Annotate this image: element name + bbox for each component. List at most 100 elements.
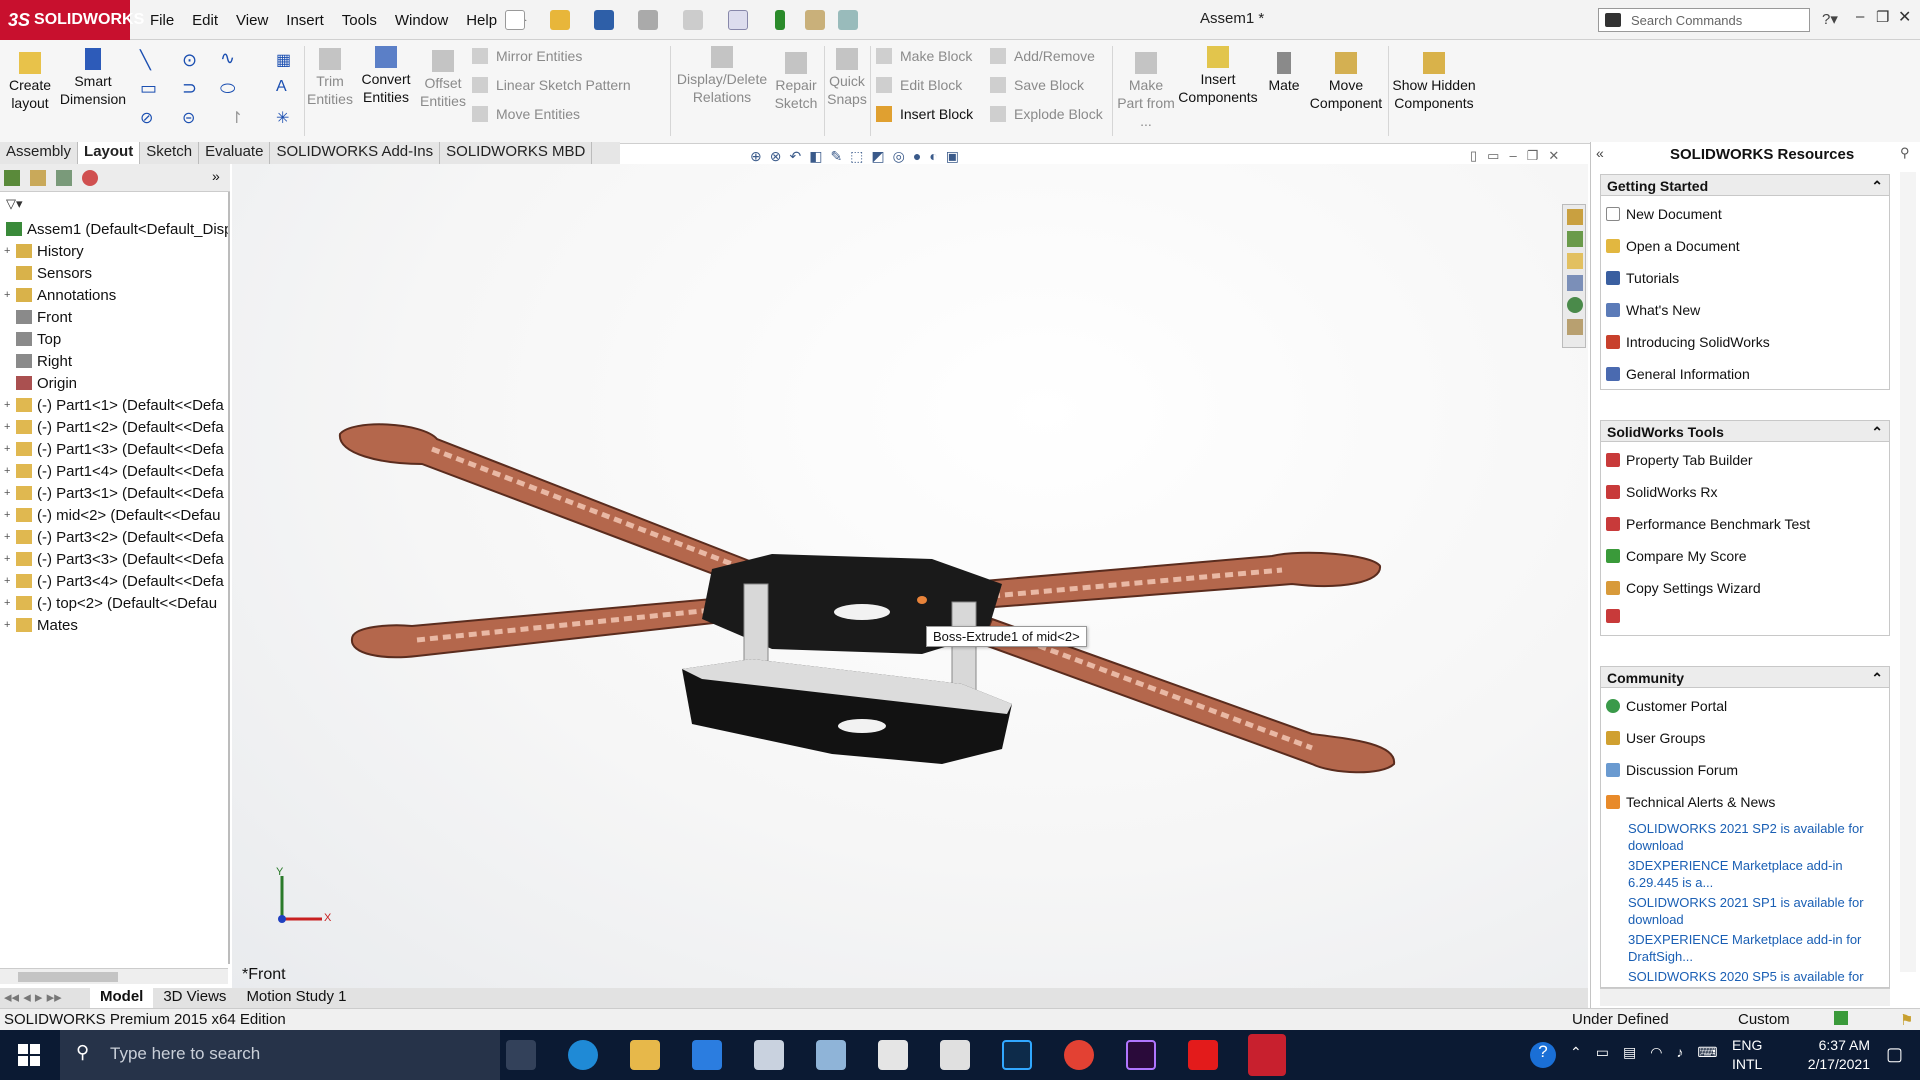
expand-toggle-icon[interactable]: + bbox=[4, 289, 14, 301]
mirror-entities-button[interactable]: Mirror Entities bbox=[472, 48, 582, 64]
menu-view[interactable]: View bbox=[236, 12, 268, 29]
discussion-forum-link[interactable]: Discussion Forum bbox=[1606, 760, 1738, 780]
tree-item[interactable]: + (-) Part1<1> (Default<<Defa bbox=[0, 394, 228, 416]
getting-started-header[interactable]: Getting Started ⌃ bbox=[1600, 174, 1890, 196]
customer-portal-link[interactable]: Customer Portal bbox=[1606, 696, 1727, 716]
tree-item[interactable]: + History bbox=[0, 240, 228, 262]
tab-assembly[interactable]: Assembly bbox=[0, 142, 79, 164]
edit-appearance-icon[interactable]: ● bbox=[913, 148, 921, 165]
tab-mbd[interactable]: SOLIDWORKS MBD bbox=[440, 142, 593, 164]
dynamic-annotation-icon[interactable]: ✎ bbox=[830, 148, 842, 165]
collapse-section-icon[interactable]: ⌃ bbox=[1871, 670, 1883, 687]
drone-arm-back-right[interactable] bbox=[970, 551, 1381, 610]
tree-item[interactable]: Sensors bbox=[0, 262, 228, 284]
previous-view-icon[interactable]: ↶ bbox=[789, 148, 801, 165]
repair-sketch-button[interactable]: Repair Sketch bbox=[772, 52, 820, 112]
wifi-icon[interactable]: ◠ bbox=[1650, 1044, 1662, 1061]
taskbar-search-box[interactable]: Type here to search ⚲ bbox=[60, 1030, 500, 1080]
dropbox-icon[interactable] bbox=[754, 1040, 784, 1070]
compare-my-score-link[interactable]: Compare My Score bbox=[1606, 546, 1747, 566]
collapse-section-icon[interactable]: ⌃ bbox=[1871, 424, 1883, 441]
copy-settings-wizard-link[interactable]: Copy Settings Wizard bbox=[1606, 578, 1761, 598]
mate-button[interactable]: Mate bbox=[1264, 52, 1304, 94]
tree-item[interactable]: + (-) Part3<3> (Default<<Defa bbox=[0, 548, 228, 570]
trim-entities-button[interactable]: Trim Entities bbox=[306, 48, 354, 108]
save-icon[interactable] bbox=[594, 10, 614, 30]
tab-model[interactable]: Model bbox=[90, 988, 154, 1008]
tree-item[interactable]: + Mates bbox=[0, 614, 228, 636]
restore-icon[interactable]: ❐ bbox=[1876, 8, 1889, 26]
tree-item[interactable]: + (-) top<2> (Default<<Defau bbox=[0, 592, 228, 614]
new-document-icon[interactable] bbox=[505, 10, 525, 30]
chrome-icon[interactable] bbox=[1064, 1040, 1094, 1070]
appearances-icon[interactable] bbox=[1567, 297, 1583, 313]
viewport-close-icon[interactable]: ✕ bbox=[1548, 148, 1559, 164]
slot-icon[interactable]: ⊝ bbox=[182, 108, 195, 128]
open-document-link[interactable]: Open a Document bbox=[1606, 236, 1740, 256]
viewport-minimize-icon[interactable]: – bbox=[1509, 148, 1516, 164]
tree-item[interactable]: + (-) Part3<4> (Default<<Defa bbox=[0, 570, 228, 592]
filter-icon[interactable]: ▽▾ bbox=[6, 196, 23, 212]
minimize-icon[interactable]: – bbox=[1856, 8, 1864, 25]
help-tray-icon[interactable]: ? bbox=[1530, 1042, 1556, 1068]
solidworks-tools-header[interactable]: SolidWorks Tools ⌃ bbox=[1600, 420, 1890, 442]
move-entities-button[interactable]: Move Entities bbox=[472, 106, 580, 122]
photoshop-icon[interactable] bbox=[1002, 1040, 1032, 1070]
mail-icon[interactable] bbox=[692, 1040, 722, 1070]
tree-horizontal-scrollbar[interactable] bbox=[0, 968, 228, 984]
graphics-area[interactable]: Boss-Extrude1 of mid<2> Y X *Front bbox=[232, 164, 1588, 989]
language-indicator[interactable]: ENG INTL bbox=[1732, 1036, 1762, 1074]
tab-layout[interactable]: Layout bbox=[78, 142, 141, 164]
task-view-icon[interactable] bbox=[506, 1040, 536, 1070]
collapse-section-icon[interactable]: ⌃ bbox=[1871, 178, 1883, 195]
news-item[interactable]: 3DEXPERIENCE Marketplace add-in for Draf… bbox=[1628, 931, 1868, 965]
help-icon[interactable]: ?▾ bbox=[1822, 10, 1838, 28]
expand-toggle-icon[interactable]: + bbox=[4, 487, 14, 499]
solidworks-rx-link[interactable]: SolidWorks Rx bbox=[1606, 482, 1718, 502]
tutorials-link[interactable]: Tutorials bbox=[1606, 268, 1679, 288]
performance-benchmark-link[interactable]: Performance Benchmark Test bbox=[1606, 514, 1810, 534]
display-delete-relations-button[interactable]: Display/Delete Relations bbox=[674, 46, 770, 106]
resources-vertical-scrollbar[interactable] bbox=[1900, 172, 1916, 972]
make-block-button[interactable]: Make Block bbox=[876, 48, 972, 64]
chevron-up-icon[interactable]: ⌃ bbox=[1570, 1044, 1582, 1061]
menu-insert[interactable]: Insert bbox=[286, 12, 324, 29]
expand-toggle-icon[interactable]: + bbox=[4, 421, 14, 433]
tree-item[interactable]: Assem1 (Default<Default_Disp bbox=[0, 218, 228, 240]
home-icon[interactable] bbox=[1567, 209, 1583, 225]
new-document-link[interactable]: New Document bbox=[1606, 204, 1722, 224]
property-tab-builder-link[interactable]: Property Tab Builder bbox=[1606, 450, 1753, 470]
select-pointer-icon[interactable] bbox=[728, 10, 748, 30]
quick-snaps-button[interactable]: Quick Snaps bbox=[826, 48, 868, 108]
spline-icon[interactable]: ∿ bbox=[220, 48, 235, 69]
search-commands-input[interactable]: Search Commands bbox=[1598, 8, 1810, 32]
user-groups-link[interactable]: User Groups bbox=[1606, 728, 1705, 748]
expand-toggle-icon[interactable]: + bbox=[4, 465, 14, 477]
tree-item[interactable]: Top bbox=[0, 328, 228, 350]
introducing-solidworks-link[interactable]: Introducing SolidWorks bbox=[1606, 332, 1770, 352]
tab-motion-study[interactable]: Motion Study 1 bbox=[236, 988, 356, 1008]
tree-item[interactable]: + (-) Part3<2> (Default<<Defa bbox=[0, 526, 228, 548]
drone-arm-back-left[interactable] bbox=[338, 423, 754, 586]
expand-toggle-icon[interactable]: + bbox=[4, 575, 14, 587]
premiere-icon[interactable] bbox=[1126, 1040, 1156, 1070]
news-item[interactable]: SOLIDWORKS 2020 SP5 is available for bbox=[1628, 968, 1868, 986]
tree-item[interactable]: + (-) Part1<2> (Default<<Defa bbox=[0, 416, 228, 438]
tab-navigation-arrows[interactable]: ◂◂ ◂ ▸ ▸▸ bbox=[0, 988, 90, 1008]
display-style-icon[interactable]: ◩ bbox=[871, 148, 884, 165]
units-dropdown[interactable]: Custom bbox=[1738, 1011, 1790, 1028]
tab-sketch[interactable]: Sketch bbox=[140, 142, 200, 164]
windows-start-icon[interactable] bbox=[18, 1044, 40, 1066]
sketch-fillet-icon[interactable]: ⊘ bbox=[140, 108, 153, 128]
news-item[interactable]: SOLIDWORKS 2021 SP2 is available for dow… bbox=[1628, 820, 1868, 854]
notification-icon[interactable]: ⚑ bbox=[1900, 1011, 1913, 1029]
print-icon[interactable] bbox=[638, 10, 658, 30]
collapse-panel-icon[interactable]: » bbox=[212, 168, 220, 184]
zoom-to-fit-icon[interactable]: ⊕ bbox=[750, 148, 762, 165]
solidworks-taskbar-icon[interactable] bbox=[1248, 1034, 1286, 1076]
action-center-icon[interactable]: ▢ bbox=[1886, 1044, 1903, 1065]
battery-icon[interactable]: ▭ bbox=[1596, 1044, 1609, 1061]
news-item[interactable]: 3DEXPERIENCE Marketplace add-in 6.29.445… bbox=[1628, 857, 1868, 891]
menu-window[interactable]: Window bbox=[395, 12, 448, 29]
make-part-from-block-button[interactable]: Make Part from ... bbox=[1116, 52, 1176, 130]
